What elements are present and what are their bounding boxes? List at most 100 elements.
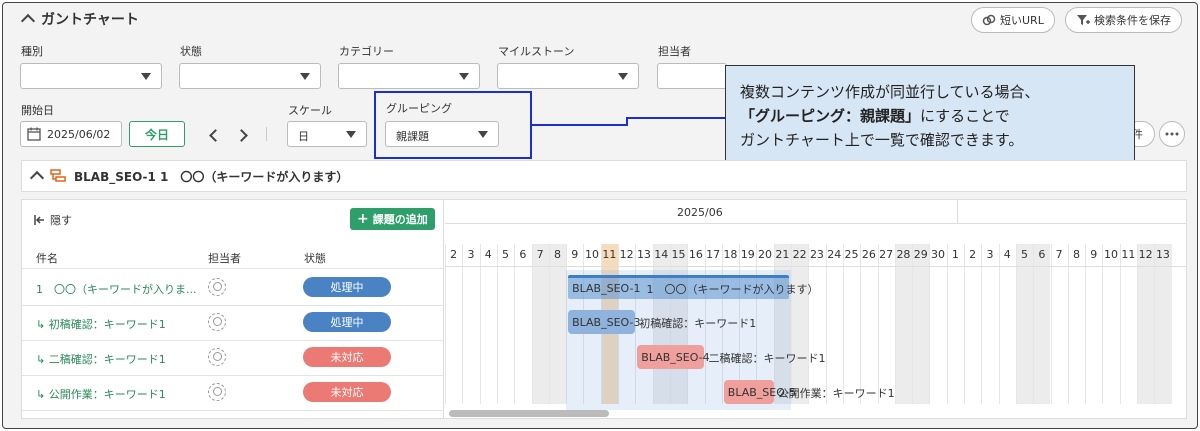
day-column xyxy=(496,244,515,404)
collapse-left-icon xyxy=(34,215,44,225)
gantt-bar[interactable]: BLAB_SEO-5 xyxy=(723,380,796,404)
avatar-icon[interactable] xyxy=(208,383,226,401)
status-badge[interactable]: 未対応 xyxy=(303,347,391,367)
type-label: 種別 xyxy=(21,45,43,58)
column-name: 件名 xyxy=(36,252,58,265)
gantt-bar-key: BLAB_SEO-4 xyxy=(641,350,710,364)
parent-task-icon xyxy=(50,169,66,182)
month-label: 2025/06 xyxy=(677,206,723,219)
task-list: 隠す + 課題の追加 件名 担当者 状態 1 〇〇（キーワードが入りま... 処理… xyxy=(22,200,444,418)
day-column xyxy=(1015,244,1034,404)
day-number: 18 xyxy=(723,248,738,261)
status-select[interactable] xyxy=(179,63,321,89)
day-number: 26 xyxy=(861,248,876,261)
gantt-bar-key: BLAB_SEO-3 xyxy=(572,315,641,329)
chevron-right-icon[interactable] xyxy=(235,129,248,142)
row-divider xyxy=(22,305,444,306)
day-column xyxy=(946,244,964,404)
milestone-select[interactable] xyxy=(497,63,639,89)
header-divider xyxy=(445,266,1186,267)
day-column xyxy=(1050,244,1068,404)
dropdown-arrow-icon xyxy=(300,73,310,80)
status-badge[interactable]: 処理中 xyxy=(303,277,391,297)
day-column xyxy=(894,244,913,404)
day-number: 8 xyxy=(553,248,561,261)
day-number: 2 xyxy=(450,248,458,261)
gantt-bar-label: 初稿確認：キーワード1 xyxy=(639,317,757,330)
day-column xyxy=(877,244,895,404)
day-number: 1 xyxy=(951,248,959,261)
gantt-page: ガントチャート 短いURL 検索条件を保存 種別 状態 カテゴリー マイルストー… xyxy=(2,2,1198,429)
gantt-panel: 隠す + 課題の追加 件名 担当者 状態 1 〇〇（キーワードが入りま... 処理… xyxy=(21,199,1187,419)
day-number: 2 xyxy=(969,248,977,261)
day-number: 25 xyxy=(844,248,859,261)
row-divider xyxy=(22,268,444,269)
save-search-button[interactable]: 検索条件を保存 xyxy=(1065,7,1182,33)
month-header: 2025/06 xyxy=(445,200,1186,224)
day-number: 13 xyxy=(1155,248,1170,261)
horizontal-scrollbar[interactable] xyxy=(449,410,609,417)
day-column xyxy=(479,244,497,404)
day-number: 11 xyxy=(602,248,617,261)
divider xyxy=(266,127,267,141)
day-column xyxy=(1137,244,1155,404)
month-divider xyxy=(957,200,958,224)
day-column xyxy=(1085,244,1103,404)
day-column xyxy=(548,244,567,404)
scale-select[interactable]: 日 xyxy=(287,121,367,147)
gantt-bar[interactable]: BLAB_SEO-4 xyxy=(637,345,710,369)
calendar-icon xyxy=(27,127,41,141)
gantt-bar-key: BLAB_SEO-1 xyxy=(572,282,641,295)
day-number: 24 xyxy=(827,248,842,261)
today-button[interactable]: 今日 xyxy=(129,121,185,147)
assignee-select[interactable] xyxy=(657,63,727,89)
dropdown-arrow-icon xyxy=(459,73,469,80)
day-number: 9 xyxy=(571,248,579,261)
start-date-input[interactable]: 2025/06/02 xyxy=(20,121,122,147)
grouping-highlight-box xyxy=(374,91,532,159)
task-name[interactable]: ↳ 初稿確認：キーワード1 xyxy=(36,316,166,332)
avatar-icon[interactable] xyxy=(208,348,226,366)
day-number: 17 xyxy=(706,248,721,261)
link-icon xyxy=(982,14,996,26)
group-header[interactable]: BLAB_SEO-1 1 〇〇（キーワードが入ります） xyxy=(21,160,1187,192)
task-name[interactable]: 1 〇〇（キーワードが入りま... xyxy=(36,281,197,297)
row-divider xyxy=(22,375,444,376)
task-name[interactable]: ↳ 二稿確認：キーワード1 xyxy=(36,351,166,367)
more-options-button[interactable] xyxy=(1159,121,1185,147)
day-number: 12 xyxy=(1138,248,1153,261)
status-badge[interactable]: 処理中 xyxy=(303,312,391,332)
avatar-icon[interactable] xyxy=(208,313,226,331)
day-number: 9 xyxy=(1090,248,1098,261)
column-assignee: 担当者 xyxy=(208,252,241,265)
task-name[interactable]: ↳ 公開作業：キーワード1 xyxy=(36,386,166,402)
day-number: 22 xyxy=(792,248,807,261)
annotation-callout: 複数コンテンツ作成が同並行している場合、 「グルーピング：親課題」にすることで … xyxy=(725,65,1135,175)
day-number: 3 xyxy=(986,248,994,261)
chevron-left-icon[interactable] xyxy=(209,129,222,142)
day-number: 6 xyxy=(519,248,527,261)
gantt-bar[interactable]: BLAB_SEO-3 xyxy=(568,310,640,334)
day-column xyxy=(1102,244,1120,404)
type-select[interactable] xyxy=(20,63,162,89)
row-divider xyxy=(22,340,444,341)
short-url-button[interactable]: 短いURL xyxy=(971,7,1055,33)
day-column xyxy=(462,244,480,404)
assignee-label: 担当者 xyxy=(658,45,691,58)
day-number: 28 xyxy=(896,248,911,261)
add-task-button[interactable]: + 課題の追加 xyxy=(350,208,435,230)
gantt-bar[interactable]: BLAB_SEO-1 1 〇〇（キーワードが入ります） xyxy=(568,275,818,299)
start-date-label: 開始日 xyxy=(21,104,54,117)
page-title[interactable]: ガントチャート xyxy=(20,9,139,29)
status-badge[interactable]: 未対応 xyxy=(303,382,391,402)
scale-label: スケール xyxy=(288,104,332,117)
more-icon xyxy=(1165,132,1179,136)
day-column xyxy=(791,244,809,404)
day-number: 15 xyxy=(671,248,686,261)
day-number: 8 xyxy=(1072,248,1080,261)
avatar-icon[interactable] xyxy=(208,278,226,296)
category-select[interactable] xyxy=(338,63,480,89)
hide-toggle[interactable]: 隠す xyxy=(34,212,72,228)
dropdown-arrow-icon xyxy=(618,73,628,80)
day-column xyxy=(514,244,532,404)
